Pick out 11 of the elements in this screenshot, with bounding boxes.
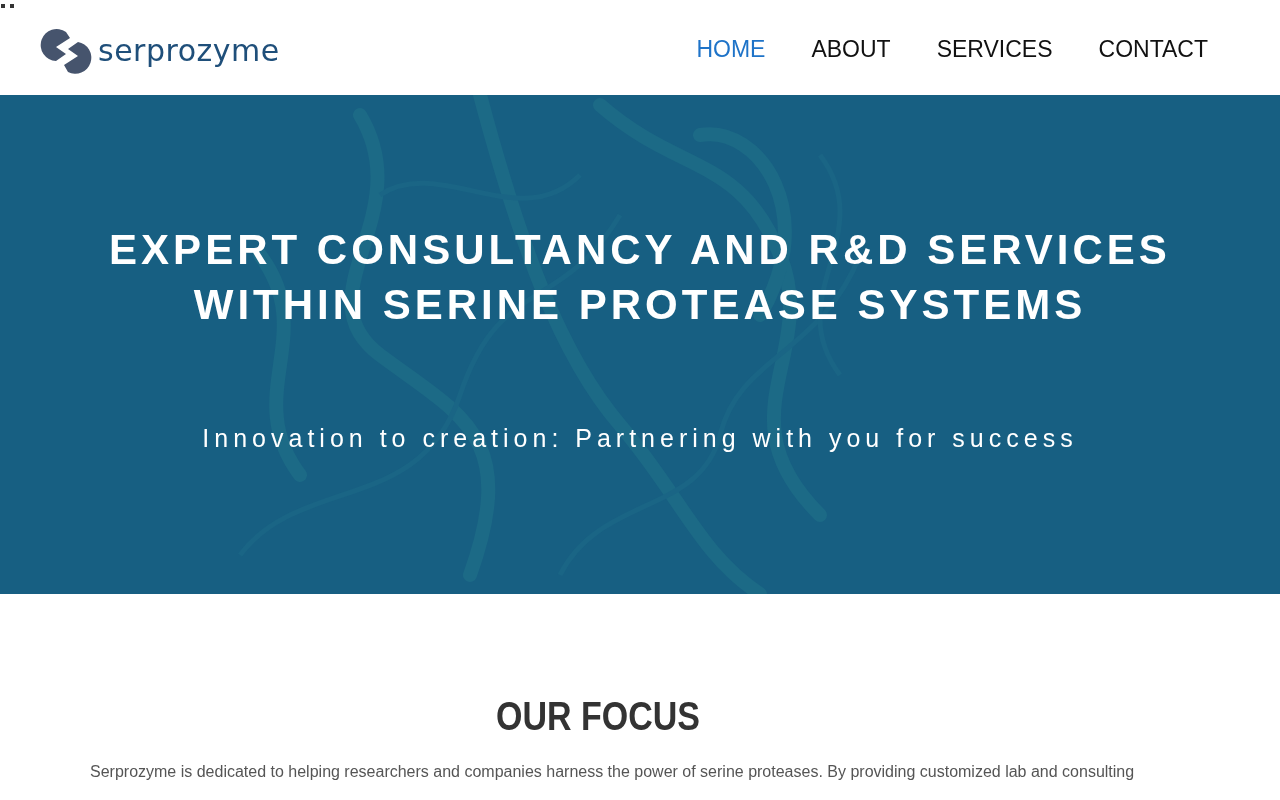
nav-link[interactable]: SERVICES — [928, 36, 1061, 63]
nav-link[interactable]: ABOUT — [803, 36, 899, 63]
nav-link[interactable]: HOME — [688, 36, 774, 63]
hero-title: EXPERT CONSULTANCY AND R&D SERVICES WITHIN SERINE PROTEASE SYSTEMS — [109, 225, 1171, 330]
section-heading: OUR FOCUS — [496, 693, 700, 740]
nav-link[interactable]: CONTACT — [1090, 36, 1216, 63]
paragraph: Serprozyme is dedicated to helping researchers and companies harness the power of serine proteases. By providing customized lab and consulting — [90, 762, 1135, 782]
logo-text[interactable]: serprozyme — [98, 33, 280, 68]
hero-subtitle: Innovation to creation: Partnering with you for success — [202, 424, 1078, 453]
dots-icon — [0, 3, 16, 9]
logo-icon[interactable] — [40, 27, 94, 74]
